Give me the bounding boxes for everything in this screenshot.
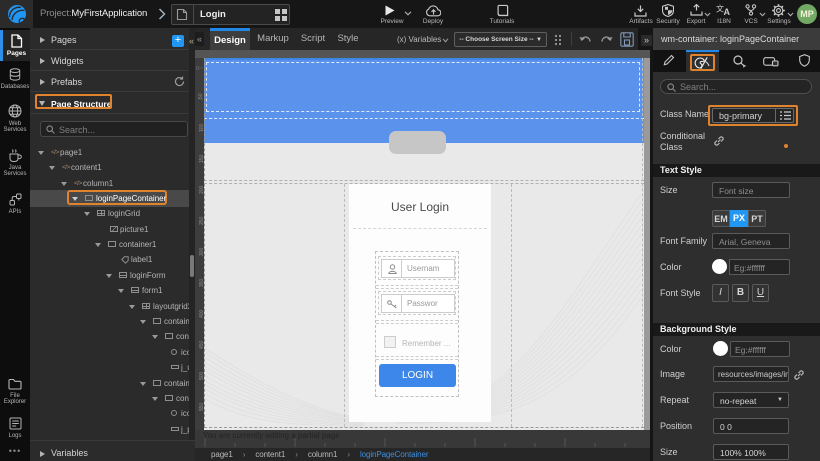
svg-text:A: A xyxy=(724,7,731,16)
svg-text:0: 0 xyxy=(196,66,199,72)
